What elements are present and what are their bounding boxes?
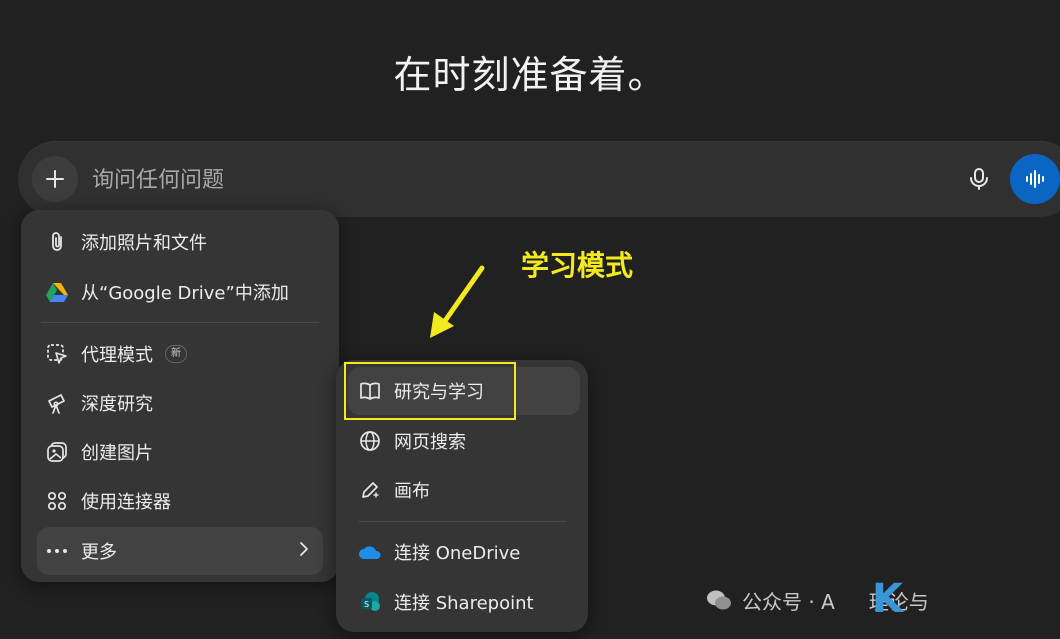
dictate-button[interactable]	[960, 160, 998, 198]
menu-item-label: 网页搜索	[394, 432, 466, 453]
image-icon	[45, 440, 69, 464]
menu-item-connect-onedrive[interactable]: 连接 OneDrive	[348, 528, 580, 576]
sharepoint-icon: S	[358, 590, 382, 614]
google-drive-icon	[45, 280, 69, 304]
menu-item-agent-mode[interactable]: 代理模式 新	[37, 330, 323, 378]
menu-item-label: 更多	[81, 542, 117, 563]
menu-item-create-image[interactable]: 创建图片	[37, 428, 323, 476]
add-attachment-button[interactable]	[32, 156, 78, 202]
menu-item-deep-research[interactable]: 深度研究	[37, 379, 323, 427]
menu-item-label: 添加照片和文件	[81, 233, 207, 254]
menu-item-label: 使用连接器	[81, 492, 171, 513]
menu-item-label: 代理模式	[81, 345, 153, 366]
menu-item-connectors[interactable]: 使用连接器	[37, 477, 323, 525]
menu-item-label: 深度研究	[81, 394, 153, 415]
plus-icon	[46, 170, 64, 188]
annotation-arrow-icon	[430, 265, 485, 338]
page-headline: 在时刻准备着。	[393, 53, 667, 97]
onedrive-icon	[358, 540, 382, 564]
agent-cursor-icon	[45, 342, 69, 366]
menu-item-label: 研究与学习	[394, 382, 484, 403]
menu-item-web-search[interactable]: 网页搜索	[348, 417, 580, 465]
menu-divider	[41, 322, 319, 323]
menu-item-label: 连接 Sharepoint	[394, 593, 534, 614]
menu-item-connect-sharepoint[interactable]: S 连接 Sharepoint	[348, 578, 580, 626]
telescope-icon	[45, 391, 69, 415]
voice-waveform-icon	[1026, 170, 1044, 188]
menu-item-label: 连接 OneDrive	[394, 543, 521, 564]
attach-menu: 添加照片和文件 从“Google Drive”中添加 代理模式 新 深度研究 创…	[21, 210, 339, 582]
microphone-icon	[970, 168, 988, 190]
watermark: 公众号 · A K 理论与	[706, 576, 929, 622]
prompt-input[interactable]	[90, 163, 934, 197]
svg-text:S: S	[364, 600, 369, 609]
pen-icon	[358, 478, 382, 502]
globe-icon	[358, 429, 382, 453]
voice-mode-button[interactable]	[1010, 154, 1060, 204]
more-submenu: 研究与学习 网页搜索 画布 连接 OneDrive S 连接 Sharepoin…	[336, 360, 588, 632]
paperclip-icon	[45, 230, 69, 254]
menu-item-add-files[interactable]: 添加照片和文件	[37, 218, 323, 266]
wechat-icon	[707, 590, 731, 610]
menu-item-google-drive[interactable]: 从“Google Drive”中添加	[37, 268, 323, 316]
menu-item-study-and-learn[interactable]: 研究与学习	[348, 367, 580, 415]
menu-item-label: 创建图片	[81, 443, 153, 464]
menu-item-more[interactable]: 更多	[37, 527, 323, 575]
book-icon	[358, 379, 382, 403]
composer-bar	[18, 141, 1060, 217]
menu-item-label: 从“Google Drive”中添加	[81, 283, 289, 304]
menu-item-label: 画布	[394, 481, 430, 502]
menu-item-canvas[interactable]: 画布	[348, 466, 580, 514]
menu-divider	[358, 521, 566, 522]
more-dots-icon	[45, 539, 69, 563]
chevron-right-icon	[299, 541, 309, 562]
new-badge: 新	[165, 345, 187, 363]
connectors-icon	[45, 489, 69, 513]
watermark-text: 公众号 · A	[742, 589, 835, 614]
watermark-brand-mark: K	[872, 576, 903, 622]
annotation-label: 学习模式	[521, 249, 634, 282]
